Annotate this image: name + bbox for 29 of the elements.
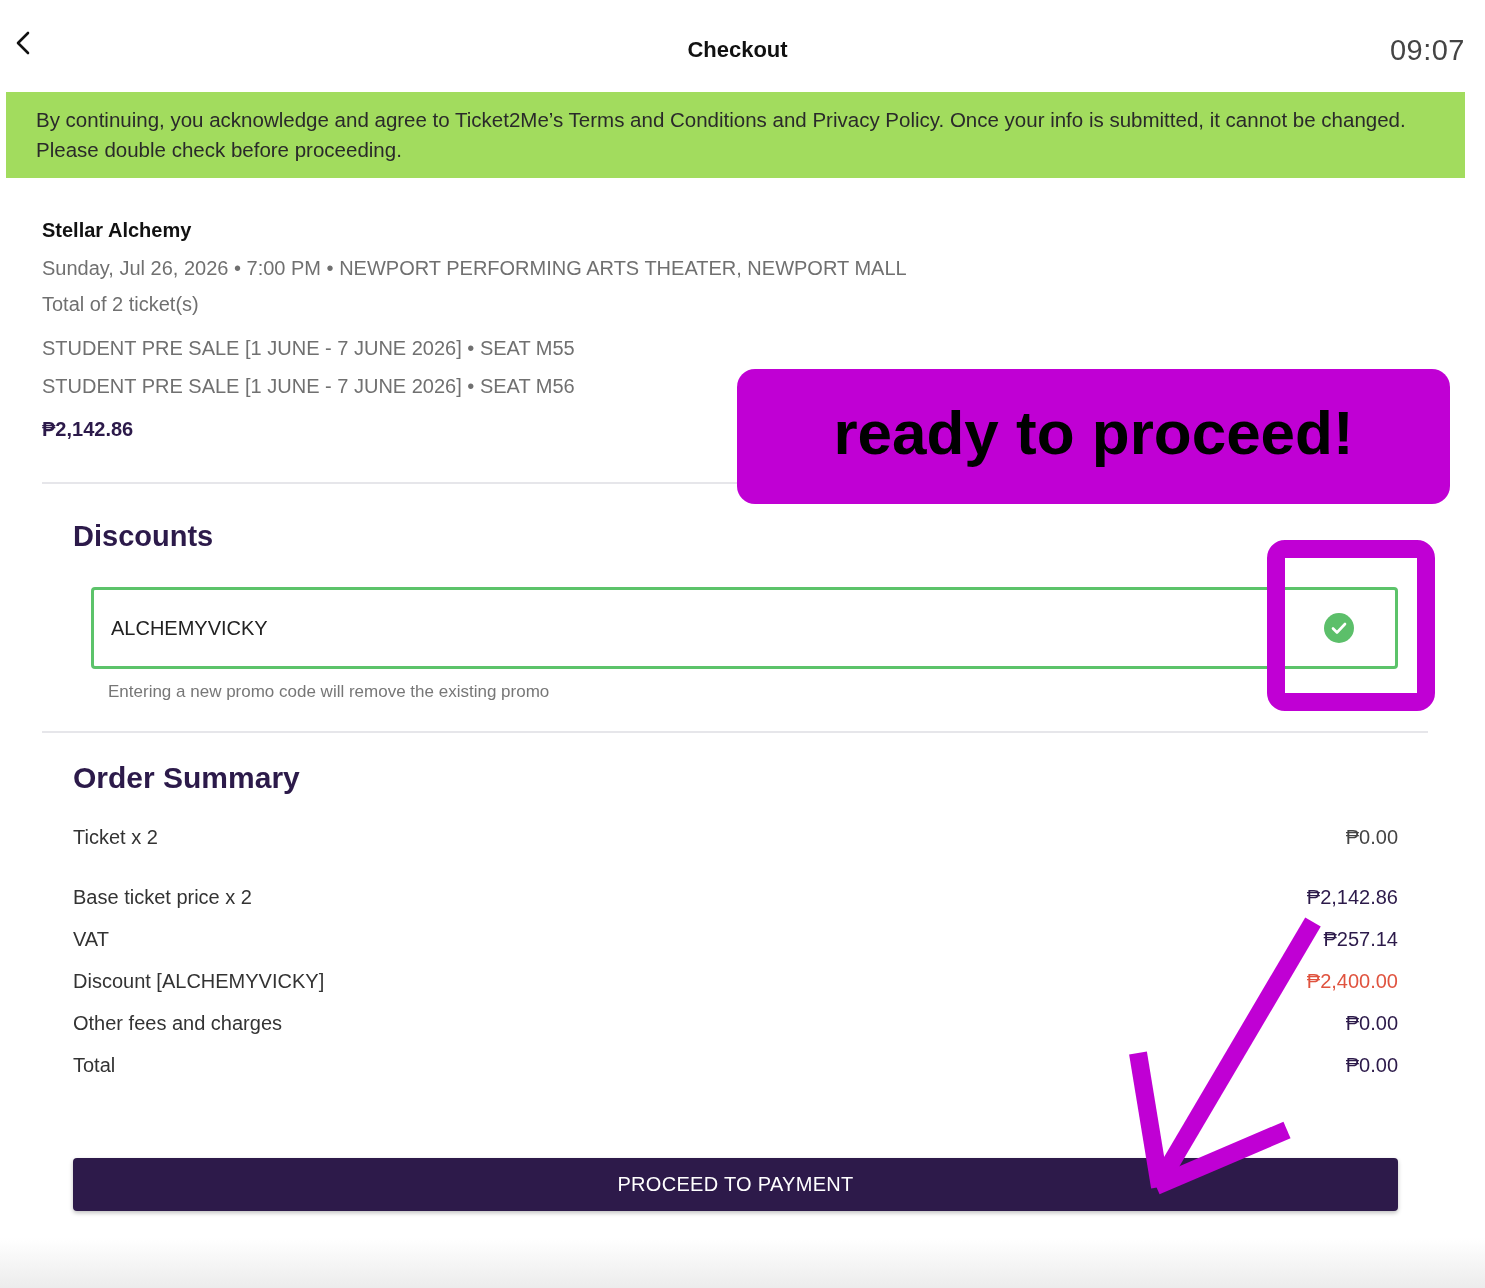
promo-code-field[interactable]: ALCHEMYVICKY: [91, 587, 1398, 669]
ticket-seat-line: STUDENT PRE SALE [1 JUNE - 7 JUNE 2026] • SEAT M55: [42, 336, 575, 361]
terms-notice-banner: By continuing, you acknowledge and agree to Ticket2Me’s Terms and Conditions and Privacy Policy. Once your info is submitted, it cannot be changed. Please double check before proceeding.: [6, 92, 1465, 178]
event-name: Stellar Alchemy: [42, 218, 192, 243]
page-title: Checkout: [687, 37, 788, 63]
summary-label: Discount [ALCHEMYVICKY]: [73, 969, 325, 993]
back-chevron-icon: [16, 31, 30, 55]
summary-label: VAT: [73, 927, 109, 951]
summary-value: ₱2,142.86: [1306, 885, 1398, 909]
proceed-to-payment-button[interactable]: PROCEED TO PAYMENT: [73, 1158, 1398, 1211]
annotation-callout: ready to proceed!: [737, 369, 1450, 504]
summary-label: Other fees and charges: [73, 1011, 282, 1035]
promo-hint-text: Entering a new promo code will remove the existing promo: [108, 681, 550, 703]
summary-value: ₱0.00: [1345, 1011, 1398, 1035]
summary-label: Ticket x 2: [73, 825, 158, 849]
summary-label: Base ticket price x 2: [73, 885, 252, 909]
summary-label: Total: [73, 1053, 116, 1077]
summary-value: ₱2,400.00: [1306, 969, 1398, 993]
ticket-count: Total of 2 ticket(s): [42, 292, 199, 317]
event-details: Sunday, Jul 26, 2026 • 7:00 PM • NEWPORT PERFORMING ARTS THEATER, NEWPORT MALL: [42, 256, 907, 281]
event-price: ₱2,142.86: [42, 417, 134, 442]
ticket-seat-line: STUDENT PRE SALE [1 JUNE - 7 JUNE 2026] • SEAT M56: [42, 374, 575, 399]
check-circle-icon: [1324, 613, 1354, 643]
clock-time: 09:07: [1389, 33, 1465, 67]
summary-value: ₱0.00: [1345, 1053, 1398, 1077]
discounts-heading: Discounts: [73, 519, 214, 554]
order-summary-heading: Order Summary: [73, 760, 300, 796]
summary-value: ₱0.00: [1345, 825, 1398, 849]
summary-value: ₱257.14: [1323, 927, 1398, 951]
